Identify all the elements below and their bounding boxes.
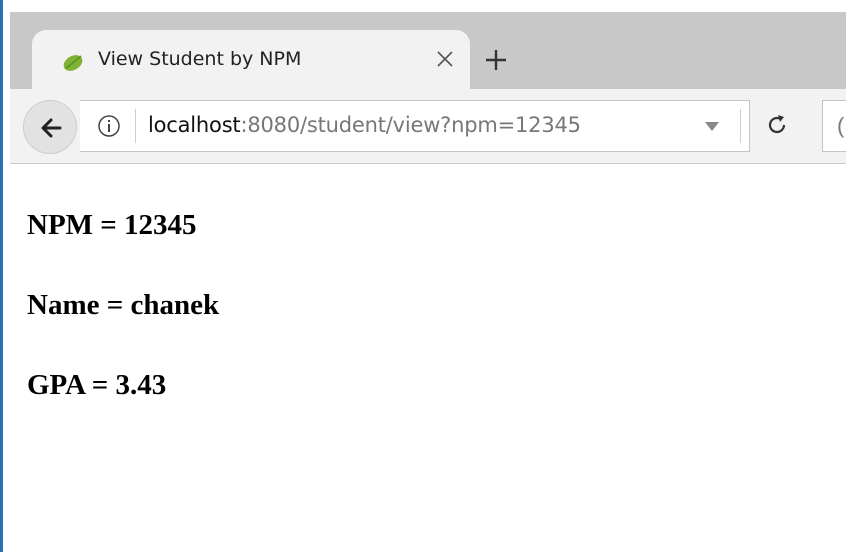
navigation-toolbar: localhost:8080/student/view?npm=12345 ( — [10, 89, 846, 164]
tab-title: View Student by NPM — [98, 48, 302, 70]
url-path: :8080/student/view?npm=12345 — [240, 113, 581, 137]
name-heading: Name = chanek — [27, 289, 220, 321]
window-top-strip — [3, 0, 846, 12]
url-text[interactable]: localhost:8080/student/view?npm=12345 — [148, 113, 581, 137]
page-content: NPM = 12345 Name = chanek GPA = 3.43 — [27, 208, 827, 448]
active-tab[interactable]: View Student by NPM — [32, 30, 470, 89]
address-bar-divider — [135, 109, 136, 143]
gpa-heading: GPA = 3.43 — [27, 369, 167, 401]
plus-icon[interactable] — [482, 46, 510, 74]
dropdown-arrow-icon[interactable] — [705, 122, 719, 131]
back-arrow-icon — [41, 118, 62, 138]
reload-icon[interactable] — [765, 113, 789, 137]
spring-leaf-icon — [63, 55, 83, 71]
npm-heading: NPM = 12345 — [27, 209, 197, 241]
close-icon[interactable] — [434, 48, 456, 70]
search-icon: ( — [837, 113, 845, 138]
info-icon[interactable] — [97, 114, 121, 138]
window-left-border — [0, 0, 3, 552]
address-bar-divider-right — [740, 109, 741, 143]
back-button[interactable] — [23, 100, 77, 154]
url-host: localhost — [148, 113, 241, 137]
search-box[interactable]: ( — [822, 100, 846, 152]
address-bar[interactable]: localhost:8080/student/view?npm=12345 — [80, 100, 750, 152]
tab-strip: View Student by NPM — [10, 12, 846, 89]
